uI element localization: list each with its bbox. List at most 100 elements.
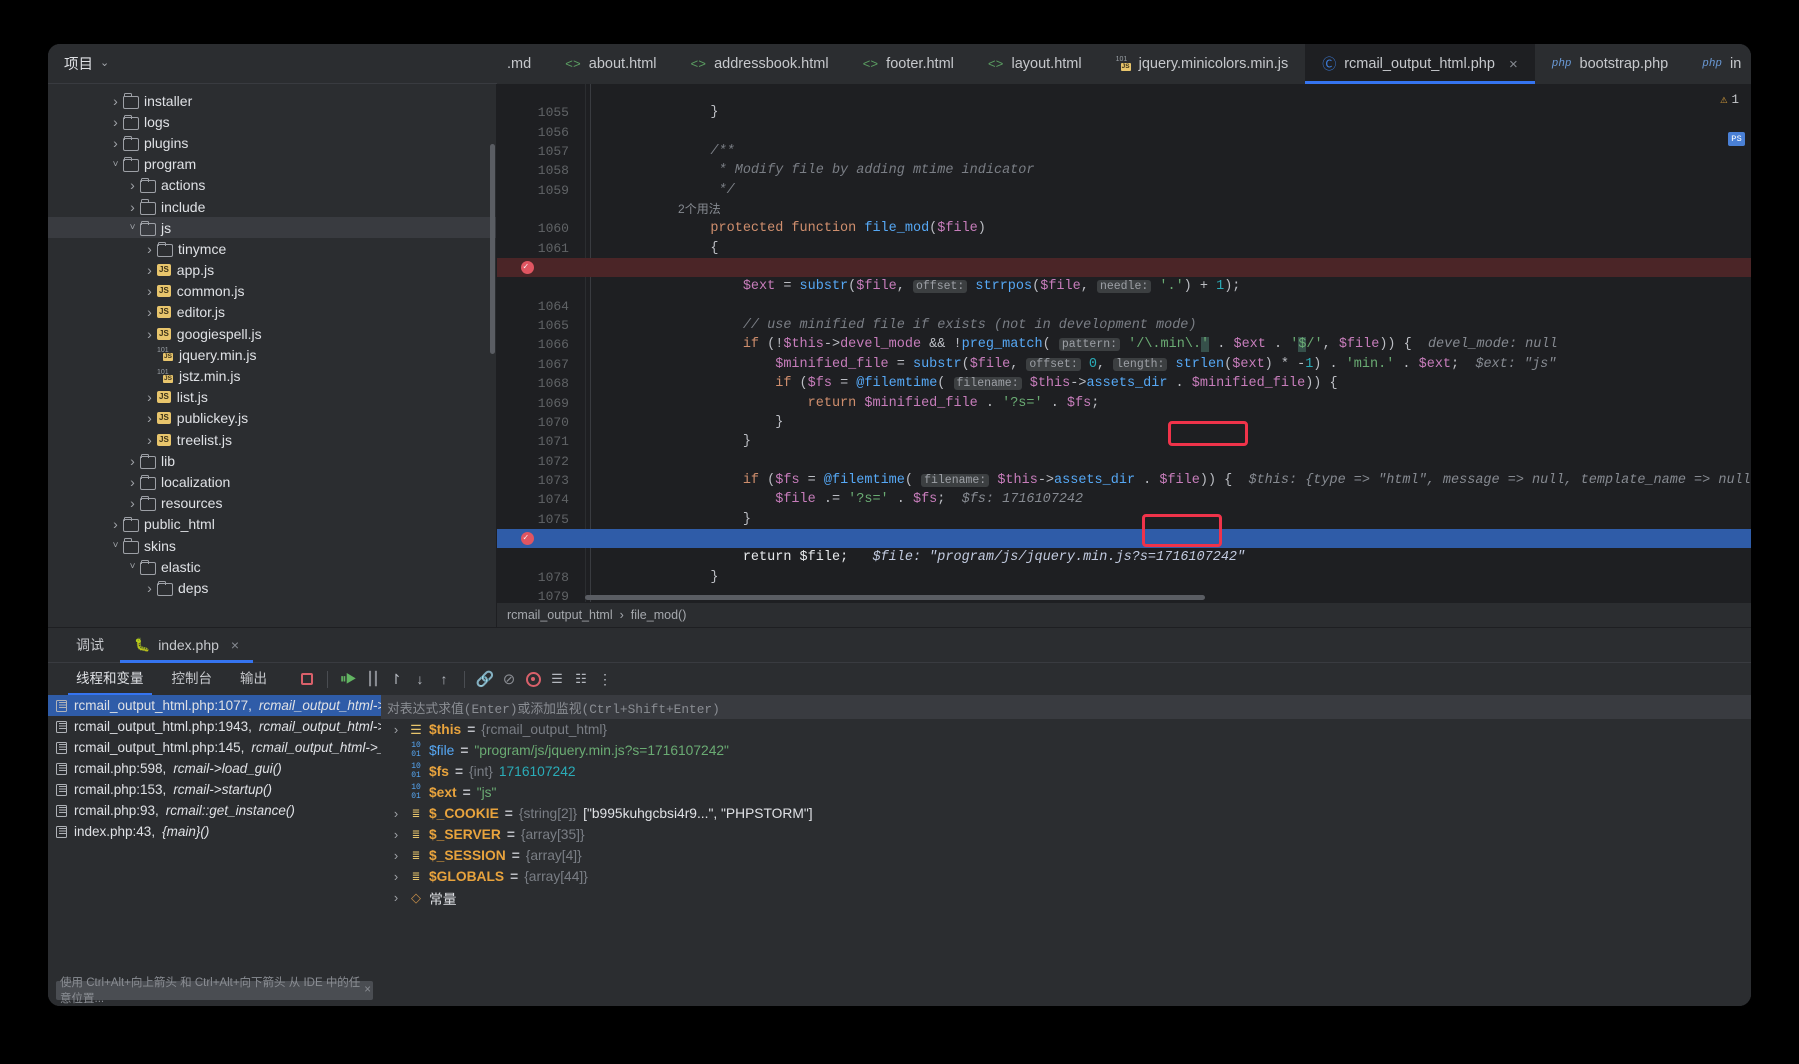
chevron-right-icon[interactable]: › xyxy=(389,806,403,821)
code-editor[interactable]: 1055 } 1056 1057 /** 1058 * Modify file … xyxy=(497,84,1751,627)
variable-row[interactable]: › ≣ $_SERVER = {array[35]} xyxy=(381,824,1751,845)
tree-item-common-js[interactable]: JS common.js xyxy=(48,281,497,302)
code-line[interactable]: 1057 /** xyxy=(497,123,1751,159)
close-icon[interactable]: × xyxy=(1509,56,1518,73)
code-line[interactable]: 1055 } xyxy=(497,84,1751,120)
code-line-error[interactable]: $ext = substr($file, offset: strrpos($fi… xyxy=(497,258,1751,294)
chevron-right-icon[interactable] xyxy=(142,326,157,342)
breadcrumb-method[interactable]: file_mod() xyxy=(631,608,687,622)
code-line[interactable]: 1062 $fs = false; xyxy=(497,239,1751,275)
step-into-icon[interactable]: ↓ xyxy=(408,667,432,691)
chevron-down-icon[interactable] xyxy=(108,159,123,170)
chevron-right-icon[interactable] xyxy=(142,580,157,596)
chevron-right-icon[interactable] xyxy=(142,389,157,405)
code-line[interactable]: 1065 // use minified file if exists (not… xyxy=(497,297,1751,333)
breadcrumb[interactable]: rcmail_output_html › file_mod() xyxy=(497,602,1751,627)
code-line[interactable]: 1058 * Modify file by adding mtime indic… xyxy=(497,142,1751,178)
view-breakpoints-icon[interactable] xyxy=(521,667,545,691)
variable-row[interactable]: 10 01 $file = "program/js/jquery.min.js?s=… xyxy=(381,740,1751,761)
project-tree[interactable]: installer logs plugins program actions includ… xyxy=(48,84,497,627)
code-line[interactable]: 1066 if (!$this->devel_mode && !preg_mat… xyxy=(497,316,1751,353)
chevron-right-icon[interactable] xyxy=(125,177,140,193)
chevron-right-icon[interactable] xyxy=(142,410,157,426)
chevron-right-icon[interactable] xyxy=(125,495,140,511)
chevron-right-icon[interactable] xyxy=(125,199,140,215)
mute-breakpoints-icon[interactable]: 🔗 xyxy=(473,667,497,691)
debug-tab-index-php[interactable]: 🐛 index.php × xyxy=(120,628,254,663)
tab-bootstrap-php[interactable]: php bootstrap.php xyxy=(1535,44,1686,84)
tree-item-jstz-min-js[interactable]: 101 JS jstz.min.js xyxy=(48,365,497,386)
code-line[interactable]: 1076 xyxy=(497,510,1751,546)
chevron-right-icon[interactable] xyxy=(125,474,140,490)
code-line[interactable]: 1064 xyxy=(497,277,1751,314)
tree-item-app-js[interactable]: JS app.js xyxy=(48,260,497,281)
code-line[interactable]: 1056 xyxy=(497,103,1751,140)
close-icon[interactable]: × xyxy=(364,984,371,996)
chevron-down-icon[interactable]: ⌄ xyxy=(100,58,109,69)
tree-item-include[interactable]: include xyxy=(48,196,497,217)
code-line[interactable]: 1079 xyxy=(497,568,1751,602)
stack-frame-row[interactable]: rcmail_output_html.php:1943, rcmail_outp… xyxy=(48,716,381,737)
step-over-icon[interactable]: ↾ xyxy=(384,667,408,691)
tree-item-treelist-js[interactable]: JS treelist.js xyxy=(48,429,497,450)
usages-inlay[interactable]: 2个用法 xyxy=(497,181,1751,216)
breakpoint-icon[interactable] xyxy=(521,258,534,277)
tree-item-elastic[interactable]: elastic xyxy=(48,556,497,577)
chevron-right-icon[interactable] xyxy=(142,241,157,257)
hint-bar[interactable]: 使用 Ctrl+Alt+向上箭头 和 Ctrl+Alt+向下箭头 从 IDE 中… xyxy=(48,977,381,1005)
tree-item-installer[interactable]: installer xyxy=(48,90,497,111)
chevron-right-icon[interactable] xyxy=(108,135,123,151)
variable-row[interactable]: 10 01 $ext = "js" xyxy=(381,782,1751,803)
code-area[interactable]: 1055 } 1056 1057 /** 1058 * Modify file … xyxy=(497,84,1751,602)
breakpoint-icon[interactable] xyxy=(521,529,534,548)
debug-toolbar[interactable]: 线程和变量 控制台 输出 ⏸▶ ┃┃ ↾ ↓ ↑ 🔗 ⊘ ☰ ☷ ⋮ xyxy=(48,663,1751,695)
code-line[interactable]: 1071 } xyxy=(497,413,1751,449)
tree-item-program[interactable]: program xyxy=(48,154,497,175)
code-line[interactable]: 1072 xyxy=(497,432,1751,469)
tree-item-deps[interactable]: deps xyxy=(48,577,497,598)
code-line[interactable]: 1059 */ xyxy=(497,161,1751,198)
pause-icon[interactable]: ┃┃ xyxy=(360,667,384,691)
code-line[interactable]: 1060 protected function file_mod($file) xyxy=(497,200,1751,236)
tree-item-localization[interactable]: localization xyxy=(48,471,497,492)
stack-frame-row[interactable]: index.php:43, {main}() xyxy=(48,821,381,842)
step-out-icon[interactable]: ↑ xyxy=(432,667,456,691)
code-line[interactable]: 1075 } xyxy=(497,490,1751,527)
tree-item-logs[interactable]: logs xyxy=(48,111,497,132)
close-icon[interactable]: × xyxy=(231,637,239,653)
variable-row[interactable]: › ≣ $_COOKIE = {string[2]} ["b995kuhgcbsi4… xyxy=(381,803,1751,824)
tree-item-actions[interactable]: actions xyxy=(48,175,497,196)
inspection-status[interactable]: ⚠ 1 xyxy=(1720,92,1739,108)
chevron-right-icon[interactable] xyxy=(142,283,157,299)
tree-item-resources[interactable]: resources xyxy=(48,493,497,514)
tree-item-js[interactable]: js xyxy=(48,217,497,239)
tab-jquery-minicolors[interactable]: 101 JS jquery.minicolors.min.js xyxy=(1099,44,1306,84)
call-stack-frames[interactable]: rcmail_output_html.php:1077, rcmail_outp… xyxy=(48,695,381,1006)
variable-row[interactable]: › ☰ $this = {rcmail_output_html} xyxy=(381,719,1751,740)
tab-addressbook-html[interactable]: <> addressbook.html xyxy=(674,44,846,84)
chevron-down-icon[interactable] xyxy=(108,540,123,551)
tab-output[interactable]: 输出 xyxy=(226,663,281,695)
stack-frame-row[interactable]: rcmail_output_html.php:145, rcmail_outpu… xyxy=(48,737,381,758)
tree-item-list-js[interactable]: JS list.js xyxy=(48,387,497,408)
watch-input[interactable]: 对表达式求值(Enter)或添加监视(Ctrl+Shift+Enter) xyxy=(381,695,1751,719)
chevron-right-icon[interactable] xyxy=(108,114,123,130)
evaluate-icon[interactable]: ☰ xyxy=(545,667,569,691)
tree-item-googiespell-js[interactable]: JS googiespell.js xyxy=(48,323,497,344)
ps-badge[interactable]: PS xyxy=(1728,132,1745,146)
editor-tab-strip[interactable]: .md <> about.html <> addressbook.html <>… xyxy=(497,44,1751,84)
tab-threads-and-variables[interactable]: 线程和变量 xyxy=(62,663,158,695)
code-line[interactable]: 1073 if ($fs = @filemtime( filename: $th… xyxy=(497,452,1751,488)
tree-item-editor-js[interactable]: JS editor.js xyxy=(48,302,497,323)
tree-item-skins[interactable]: skins xyxy=(48,535,497,556)
chevron-down-icon[interactable] xyxy=(125,222,140,233)
code-line[interactable]: 1068 if ($fs = @filemtime( filename: $th… xyxy=(497,355,1751,391)
stack-frame-row[interactable]: rcmail_output_html.php:1077, rcmail_outp… xyxy=(48,695,381,716)
tree-item-publickey-js[interactable]: JS publickey.js xyxy=(48,408,497,429)
tab-footer-html[interactable]: <> footer.html xyxy=(846,44,971,84)
resume-icon[interactable]: ⏸▶ xyxy=(336,667,360,691)
variable-row[interactable]: 10 01 $fs = {int} 1716107242 xyxy=(381,761,1751,782)
chevron-right-icon[interactable] xyxy=(125,453,140,469)
tree-item-jquery-min-js[interactable]: 101 JS jquery.min.js xyxy=(48,344,497,365)
chevron-right-icon[interactable] xyxy=(142,432,157,448)
